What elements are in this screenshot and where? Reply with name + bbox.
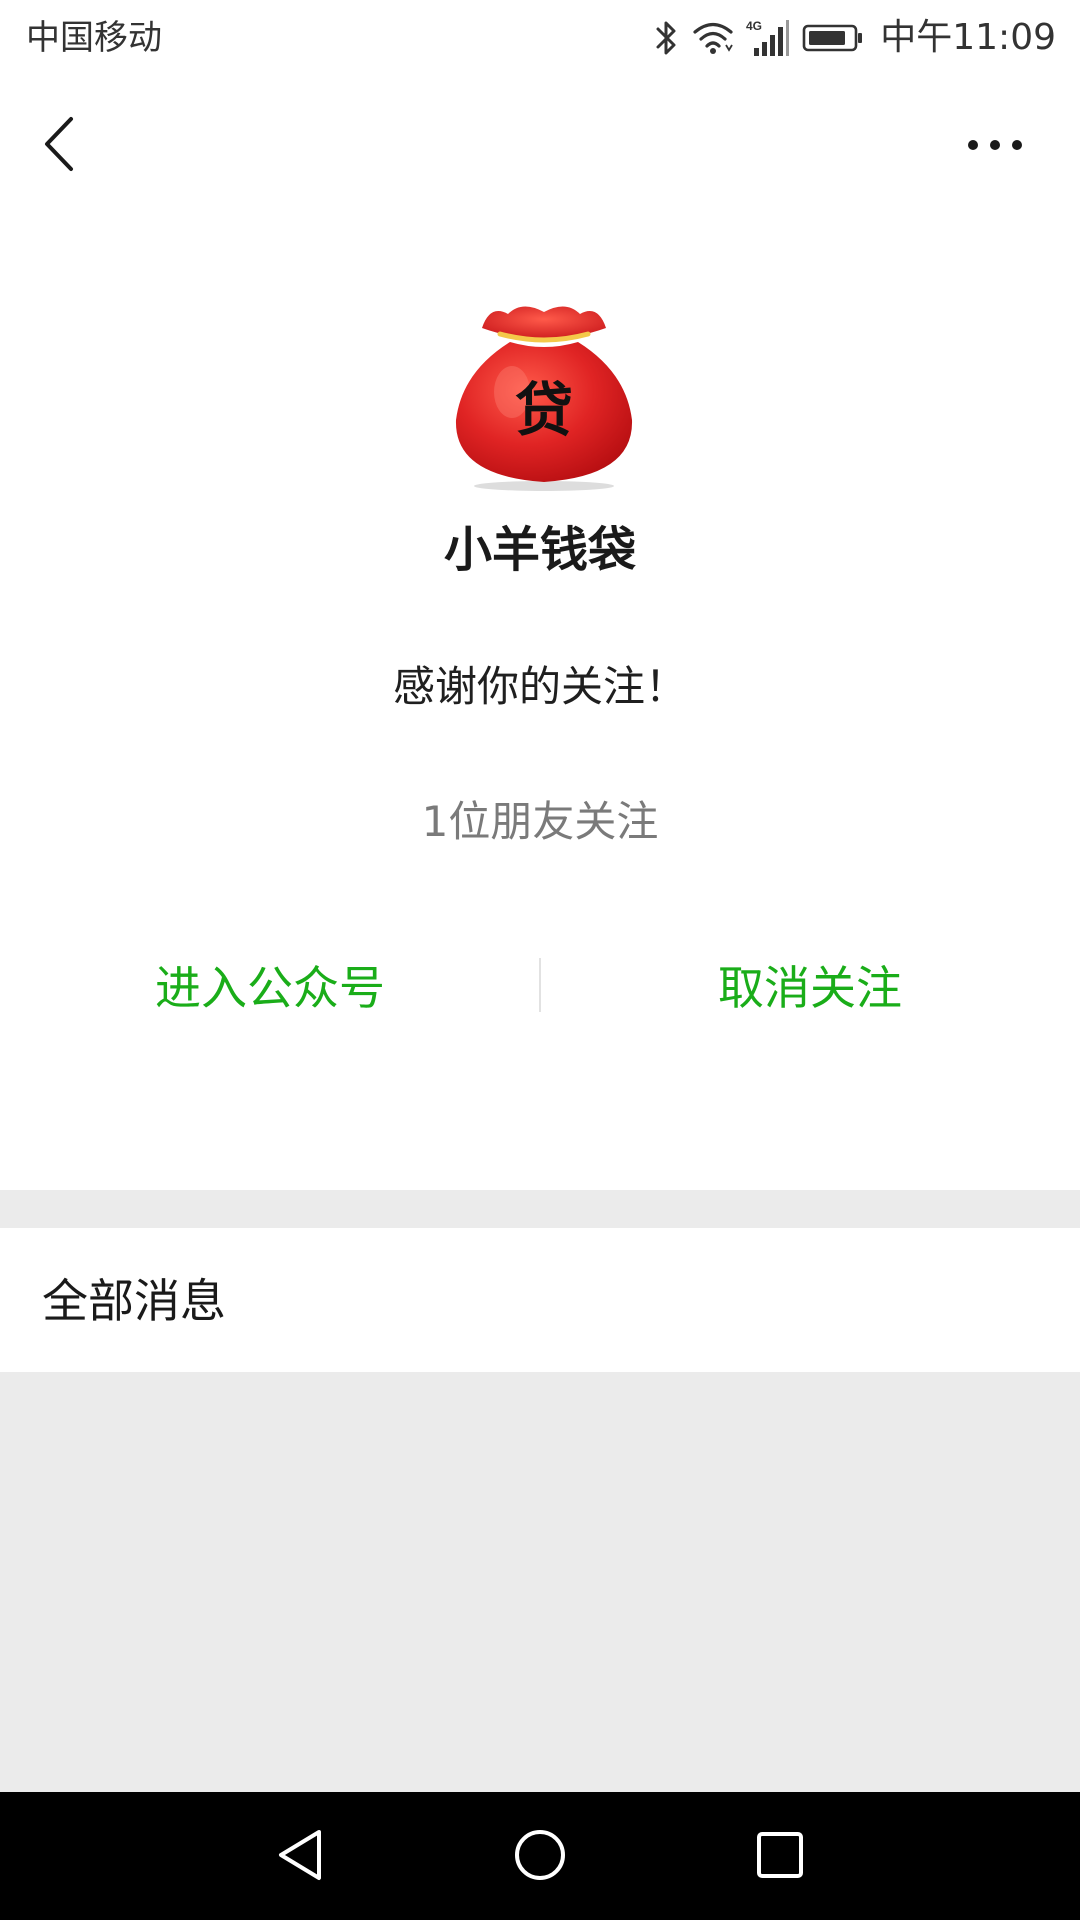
home-circle-icon (513, 1828, 567, 1886)
more-options-button[interactable] (950, 106, 1040, 186)
wifi-icon (692, 20, 734, 56)
messages-header[interactable]: 全部消息 (0, 1228, 1080, 1372)
avatar-text: 贷 (515, 376, 573, 444)
carrier-name: 中国移动 (26, 18, 162, 58)
signal-icon: 4G (746, 18, 790, 58)
battery-icon (802, 23, 864, 53)
welcome-message: 感谢你的关注！ (392, 662, 687, 711)
enter-account-button[interactable]: 进入公众号 (0, 940, 540, 1030)
status-clock: 中午11:09 (880, 17, 1056, 58)
account-name: 小羊钱袋 (443, 522, 636, 578)
recents-square-icon (755, 1830, 805, 1884)
unfollow-button[interactable]: 取消关注 (540, 940, 1080, 1030)
back-triangle-icon (275, 1828, 325, 1886)
system-nav-bar (0, 1792, 1080, 1920)
back-button[interactable] (24, 106, 94, 186)
system-home-button[interactable] (505, 1822, 575, 1892)
action-buttons: 进入公众号 取消关注 (0, 940, 1080, 1030)
more-horizontal-icon (965, 137, 1025, 156)
chevron-left-icon (41, 115, 77, 177)
status-icons: 4G 中午11:09 (654, 14, 1056, 62)
messages-title: 全部消息 (42, 1274, 226, 1328)
svg-text:4G: 4G (746, 19, 762, 33)
system-recents-button[interactable] (745, 1822, 815, 1892)
section-separator (0, 1190, 1080, 1228)
bluetooth-icon (654, 18, 680, 58)
top-nav-bar (0, 76, 1080, 212)
followers-count: 1位朋友关注 (421, 797, 659, 846)
messages-list (0, 1372, 1080, 1792)
status-bar: 中国移动 4G 中午11:09 (0, 0, 1080, 76)
account-avatar: 贷 (452, 300, 636, 492)
system-back-button[interactable] (265, 1822, 335, 1892)
